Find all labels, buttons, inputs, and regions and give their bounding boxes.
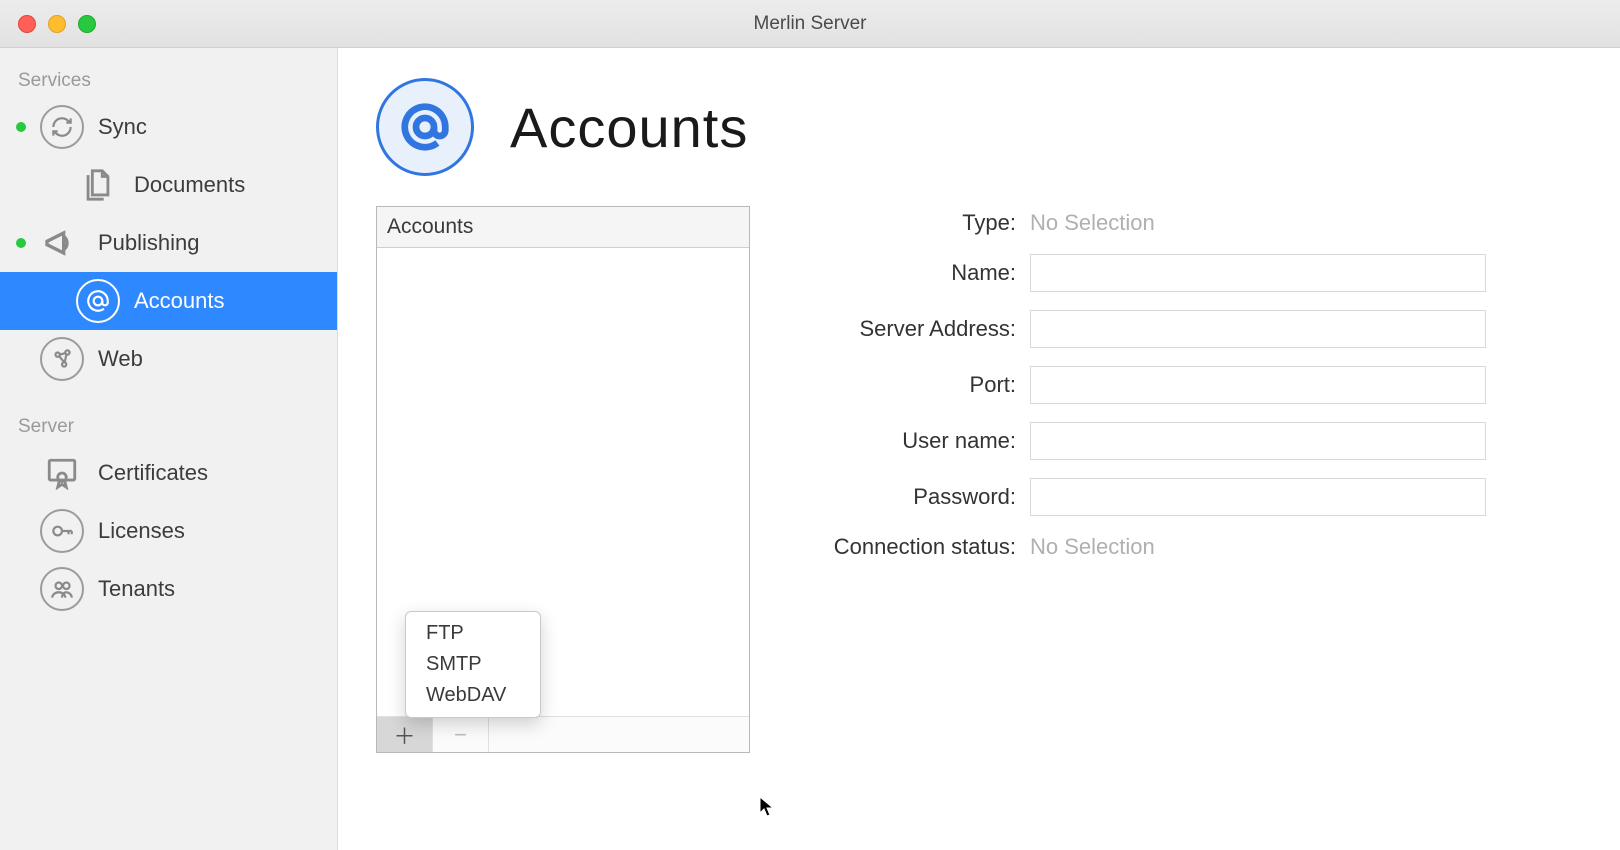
- sidebar-item-publishing[interactable]: Publishing: [0, 214, 337, 272]
- sidebar-item-tenants[interactable]: Tenants: [0, 560, 337, 618]
- connection-status-value: No Selection: [1030, 534, 1155, 560]
- add-account-type-menu: FTP SMTP WebDAV: [405, 611, 541, 718]
- sidebar-item-label: Publishing: [98, 230, 200, 256]
- server-address-label: Server Address:: [810, 316, 1030, 342]
- sidebar-item-label: Web: [98, 346, 143, 372]
- port-input[interactable]: [1030, 366, 1486, 404]
- tenants-icon: [40, 567, 84, 611]
- sidebar-item-label: Accounts: [134, 288, 225, 314]
- window-title: Merlin Server: [0, 13, 1620, 35]
- sidebar-item-label: Licenses: [98, 518, 185, 544]
- minus-icon: −: [454, 722, 467, 748]
- connection-status-label: Connection status:: [810, 534, 1030, 560]
- menu-item-ftp[interactable]: FTP: [406, 618, 540, 649]
- type-label: Type:: [810, 210, 1030, 236]
- sidebar-item-accounts[interactable]: Accounts: [0, 272, 337, 330]
- sidebar-item-web[interactable]: Web: [0, 330, 337, 388]
- content-pane: Accounts Accounts ＋ − FTP SMTP WebDAV: [338, 48, 1620, 850]
- key-icon: [40, 509, 84, 553]
- menu-item-smtp[interactable]: SMTP: [406, 649, 540, 680]
- accounts-list: Accounts ＋ − FTP SMTP WebDAV: [376, 206, 750, 753]
- username-label: User name:: [810, 428, 1030, 454]
- sidebar: Services Sync Documents Publishing: [0, 48, 338, 850]
- web-icon: [40, 337, 84, 381]
- password-label: Password:: [810, 484, 1030, 510]
- sync-icon: [40, 105, 84, 149]
- sidebar-item-sync[interactable]: Sync: [0, 98, 337, 156]
- sidebar-item-label: Tenants: [98, 576, 175, 602]
- sidebar-item-certificates[interactable]: Certificates: [0, 444, 337, 502]
- type-value: No Selection: [1030, 210, 1155, 236]
- sidebar-section-server: Server: [0, 408, 337, 444]
- remove-account-button[interactable]: −: [433, 717, 489, 752]
- server-address-input[interactable]: [1030, 310, 1486, 348]
- sidebar-item-licenses[interactable]: Licenses: [0, 502, 337, 560]
- menu-item-webdav[interactable]: WebDAV: [406, 680, 540, 711]
- cursor-icon: [758, 795, 778, 817]
- status-dot: [16, 238, 26, 248]
- accounts-page-icon: [376, 78, 474, 176]
- port-label: Port:: [810, 372, 1030, 398]
- status-dot: [16, 122, 26, 132]
- sidebar-section-services: Services: [0, 62, 337, 98]
- password-input[interactable]: [1030, 478, 1486, 516]
- documents-icon: [76, 163, 120, 207]
- page-title: Accounts: [510, 95, 748, 160]
- certificate-icon: [40, 451, 84, 495]
- name-label: Name:: [810, 260, 1030, 286]
- sidebar-item-label: Certificates: [98, 460, 208, 486]
- megaphone-icon: [40, 221, 84, 265]
- plus-icon: ＋: [393, 719, 415, 751]
- account-form: Type: No Selection Name: Server Address:…: [810, 206, 1560, 753]
- titlebar: Merlin Server: [0, 0, 1620, 48]
- add-account-button[interactable]: ＋: [377, 717, 433, 752]
- sidebar-item-label: Documents: [134, 172, 245, 198]
- name-input[interactable]: [1030, 254, 1486, 292]
- username-input[interactable]: [1030, 422, 1486, 460]
- at-icon: [76, 279, 120, 323]
- sidebar-item-label: Sync: [98, 114, 147, 140]
- accounts-list-header: Accounts: [377, 207, 749, 248]
- accounts-list-footer: ＋ −: [377, 716, 749, 752]
- sidebar-item-documents[interactable]: Documents: [0, 156, 337, 214]
